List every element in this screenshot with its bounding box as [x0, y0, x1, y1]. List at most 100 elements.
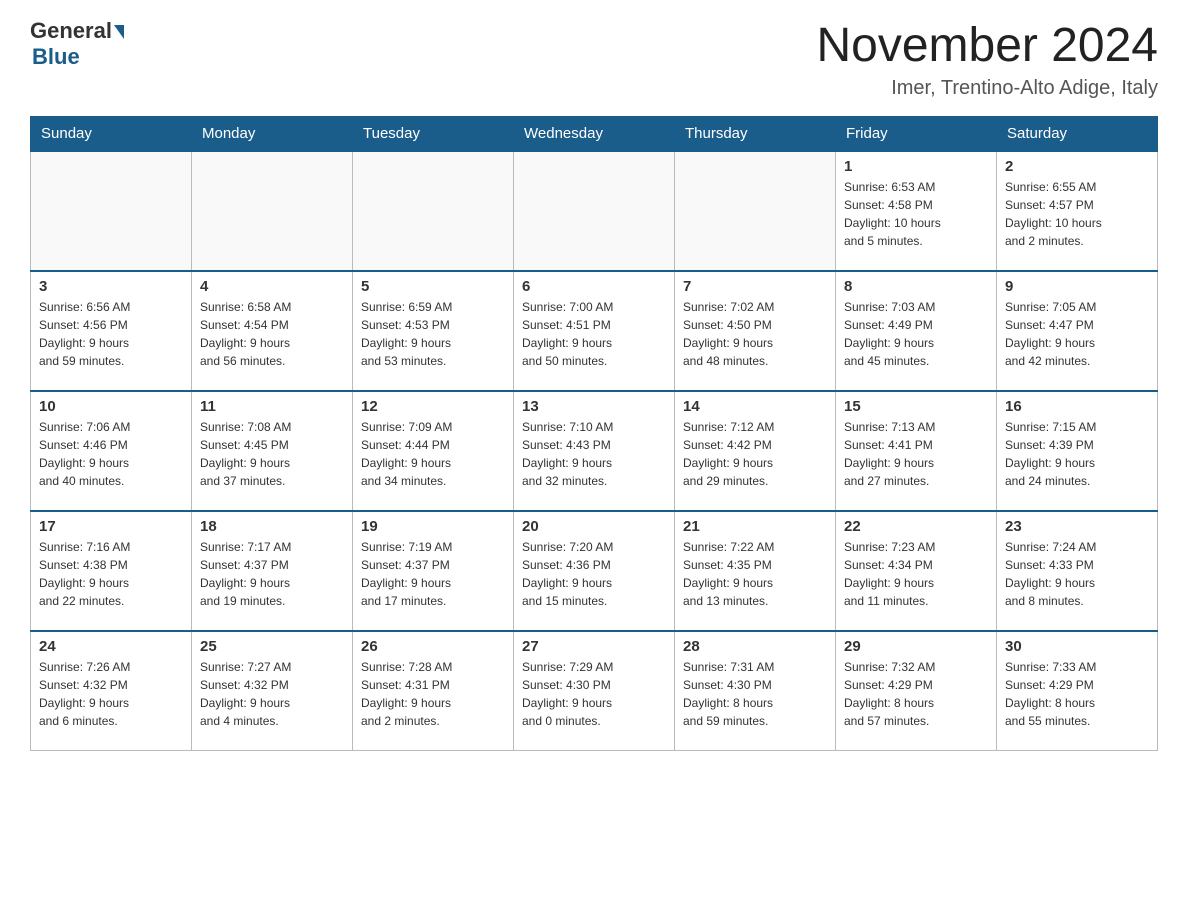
month-title: November 2024	[816, 20, 1158, 73]
calendar-cell	[353, 151, 514, 271]
day-number: 28	[683, 638, 827, 655]
calendar-cell: 19Sunrise: 7:19 AM Sunset: 4:37 PM Dayli…	[353, 511, 514, 631]
day-number: 5	[361, 278, 505, 295]
week-row-5: 24 Sunrise: 7:26 AM Sunset: 4:32 PM Dayli…	[31, 631, 1158, 751]
day-info: Sunrise: 7:24 AM Sunset: 4:33 PM Dayligh…	[1005, 538, 1149, 610]
day-info: Sunrise: 7:02 AM Sunset: 4:50 PM Dayligh…	[683, 298, 827, 370]
calendar-cell: 11 Sunrise: 7:08 AM Sunset: 4:45 PM Dayli…	[192, 391, 353, 511]
page-header: General Blue November 2024 Imer, Trentin…	[30, 20, 1158, 100]
day-info: Sunrise: 6:59 AM Sunset: 4:53 PM Dayligh…	[361, 298, 505, 370]
week-row-4: 17 Sunrise: 7:16 AM Sunset: 4:38 PM Dayli…	[31, 511, 1158, 631]
calendar-cell: 5 Sunrise: 6:59 AM Sunset: 4:53 PM Daylig…	[353, 271, 514, 391]
day-number: 23	[1005, 518, 1149, 535]
calendar-cell	[31, 151, 192, 271]
day-number: 25	[200, 638, 344, 655]
calendar-cell: 21 Sunrise: 7:22 AM Sunset: 4:35 PM Dayli…	[675, 511, 836, 631]
day-info: Sunrise: 7:23 AM Sunset: 4:34 PM Dayligh…	[844, 538, 988, 610]
weekday-header-friday: Friday	[836, 116, 997, 151]
day-number: 8	[844, 278, 988, 295]
day-info: Sunrise: 6:58 AM Sunset: 4:54 PM Dayligh…	[200, 298, 344, 370]
day-number: 9	[1005, 278, 1149, 295]
logo-arrow-icon	[114, 25, 124, 39]
calendar-cell: 15 Sunrise: 7:13 AM Sunset: 4:41 PM Dayli…	[836, 391, 997, 511]
day-number: 26	[361, 638, 505, 655]
calendar-cell: 25 Sunrise: 7:27 AM Sunset: 4:32 PM Dayli…	[192, 631, 353, 751]
day-info: Sunrise: 7:06 AM Sunset: 4:46 PM Dayligh…	[39, 418, 183, 490]
day-info: Sunrise: 7:20 AM Sunset: 4:36 PM Dayligh…	[522, 538, 666, 610]
day-number: 2	[1005, 158, 1149, 175]
day-number: 18	[200, 518, 344, 535]
day-number: 4	[200, 278, 344, 295]
day-info: Sunrise: 7:19 AM Sunset: 4:37 PM Dayligh…	[361, 538, 505, 610]
calendar-cell: 28 Sunrise: 7:31 AM Sunset: 4:30 PM Dayli…	[675, 631, 836, 751]
week-row-2: 3 Sunrise: 6:56 AM Sunset: 4:56 PM Daylig…	[31, 271, 1158, 391]
calendar-cell: 29 Sunrise: 7:32 AM Sunset: 4:29 PM Dayli…	[836, 631, 997, 751]
calendar-cell: 14Sunrise: 7:12 AM Sunset: 4:42 PM Dayli…	[675, 391, 836, 511]
day-number: 29	[844, 638, 988, 655]
day-number: 12	[361, 398, 505, 415]
calendar-cell: 9Sunrise: 7:05 AM Sunset: 4:47 PM Daylig…	[997, 271, 1158, 391]
day-info: Sunrise: 7:17 AM Sunset: 4:37 PM Dayligh…	[200, 538, 344, 610]
day-number: 11	[200, 398, 344, 415]
calendar-cell: 17 Sunrise: 7:16 AM Sunset: 4:38 PM Dayli…	[31, 511, 192, 631]
day-number: 24	[39, 638, 183, 655]
calendar-cell: 6 Sunrise: 7:00 AM Sunset: 4:51 PM Daylig…	[514, 271, 675, 391]
day-info: Sunrise: 7:12 AM Sunset: 4:42 PM Dayligh…	[683, 418, 827, 490]
logo-blue-text: Blue	[32, 44, 80, 70]
calendar-cell: 18 Sunrise: 7:17 AM Sunset: 4:37 PM Dayli…	[192, 511, 353, 631]
day-info: Sunrise: 7:13 AM Sunset: 4:41 PM Dayligh…	[844, 418, 988, 490]
day-info: Sunrise: 7:22 AM Sunset: 4:35 PM Dayligh…	[683, 538, 827, 610]
day-info: Sunrise: 7:29 AM Sunset: 4:30 PM Dayligh…	[522, 658, 666, 730]
title-area: November 2024 Imer, Trentino-Alto Adige,…	[816, 20, 1158, 100]
day-info: Sunrise: 7:15 AM Sunset: 4:39 PM Dayligh…	[1005, 418, 1149, 490]
weekday-header-saturday: Saturday	[997, 116, 1158, 151]
calendar-header-row: SundayMondayTuesdayWednesdayThursdayFrid…	[31, 116, 1158, 151]
day-info: Sunrise: 7:00 AM Sunset: 4:51 PM Dayligh…	[522, 298, 666, 370]
day-number: 21	[683, 518, 827, 535]
calendar-cell	[514, 151, 675, 271]
day-info: Sunrise: 7:08 AM Sunset: 4:45 PM Dayligh…	[200, 418, 344, 490]
calendar-cell: 27 Sunrise: 7:29 AM Sunset: 4:30 PM Dayli…	[514, 631, 675, 751]
calendar-cell: 30 Sunrise: 7:33 AM Sunset: 4:29 PM Dayli…	[997, 631, 1158, 751]
day-info: Sunrise: 7:16 AM Sunset: 4:38 PM Dayligh…	[39, 538, 183, 610]
day-info: Sunrise: 6:53 AM Sunset: 4:58 PM Dayligh…	[844, 178, 988, 250]
day-number: 3	[39, 278, 183, 295]
day-number: 30	[1005, 638, 1149, 655]
day-info: Sunrise: 6:55 AM Sunset: 4:57 PM Dayligh…	[1005, 178, 1149, 250]
day-info: Sunrise: 6:56 AM Sunset: 4:56 PM Dayligh…	[39, 298, 183, 370]
calendar-cell: 20Sunrise: 7:20 AM Sunset: 4:36 PM Dayli…	[514, 511, 675, 631]
calendar-cell: 8 Sunrise: 7:03 AM Sunset: 4:49 PM Daylig…	[836, 271, 997, 391]
day-info: Sunrise: 7:31 AM Sunset: 4:30 PM Dayligh…	[683, 658, 827, 730]
calendar-cell: 16 Sunrise: 7:15 AM Sunset: 4:39 PM Dayli…	[997, 391, 1158, 511]
calendar-cell: 3 Sunrise: 6:56 AM Sunset: 4:56 PM Daylig…	[31, 271, 192, 391]
calendar-cell: 24 Sunrise: 7:26 AM Sunset: 4:32 PM Dayli…	[31, 631, 192, 751]
weekday-header-thursday: Thursday	[675, 116, 836, 151]
day-info: Sunrise: 7:28 AM Sunset: 4:31 PM Dayligh…	[361, 658, 505, 730]
day-number: 15	[844, 398, 988, 415]
calendar-cell: 23 Sunrise: 7:24 AM Sunset: 4:33 PM Dayli…	[997, 511, 1158, 631]
calendar-table: SundayMondayTuesdayWednesdayThursdayFrid…	[30, 116, 1158, 752]
day-number: 22	[844, 518, 988, 535]
day-number: 13	[522, 398, 666, 415]
day-info: Sunrise: 7:27 AM Sunset: 4:32 PM Dayligh…	[200, 658, 344, 730]
calendar-cell: 10 Sunrise: 7:06 AM Sunset: 4:46 PM Dayli…	[31, 391, 192, 511]
calendar-cell: 13Sunrise: 7:10 AM Sunset: 4:43 PM Dayli…	[514, 391, 675, 511]
day-info: Sunrise: 7:26 AM Sunset: 4:32 PM Dayligh…	[39, 658, 183, 730]
weekday-header-sunday: Sunday	[31, 116, 192, 151]
day-number: 6	[522, 278, 666, 295]
day-number: 27	[522, 638, 666, 655]
day-info: Sunrise: 7:33 AM Sunset: 4:29 PM Dayligh…	[1005, 658, 1149, 730]
day-info: Sunrise: 7:09 AM Sunset: 4:44 PM Dayligh…	[361, 418, 505, 490]
day-info: Sunrise: 7:03 AM Sunset: 4:49 PM Dayligh…	[844, 298, 988, 370]
calendar-cell: 12 Sunrise: 7:09 AM Sunset: 4:44 PM Dayli…	[353, 391, 514, 511]
day-number: 16	[1005, 398, 1149, 415]
calendar-cell	[192, 151, 353, 271]
weekday-header-tuesday: Tuesday	[353, 116, 514, 151]
day-info: Sunrise: 7:32 AM Sunset: 4:29 PM Dayligh…	[844, 658, 988, 730]
week-row-1: 1Sunrise: 6:53 AM Sunset: 4:58 PM Daylig…	[31, 151, 1158, 271]
logo-general-text: General	[30, 20, 112, 42]
logo: General Blue	[30, 20, 124, 70]
location-title: Imer, Trentino-Alto Adige, Italy	[816, 77, 1158, 100]
day-number: 17	[39, 518, 183, 535]
day-number: 10	[39, 398, 183, 415]
